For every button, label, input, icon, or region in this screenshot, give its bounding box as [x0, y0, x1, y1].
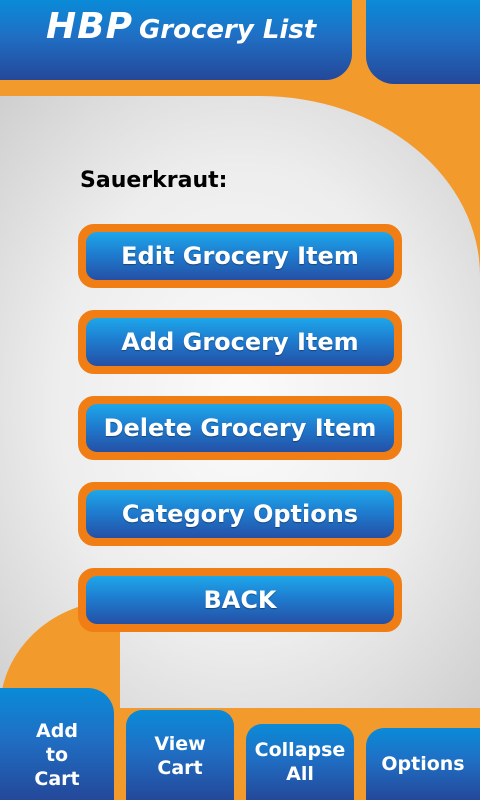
tab-view-cart[interactable]: View Cart — [126, 710, 234, 800]
tab-view-cart-label: View Cart — [154, 730, 205, 780]
add-grocery-item-label: Add Grocery Item — [86, 318, 394, 366]
tab-label-line: Options — [381, 753, 465, 775]
tab-label-line: View — [154, 733, 206, 755]
header-corner-panel — [366, 0, 480, 84]
tab-label-line: Add — [36, 720, 78, 742]
tab-label-line: to — [45, 744, 69, 766]
category-options-label: Category Options — [86, 490, 394, 538]
tab-add-to-cart[interactable]: Add to Cart — [0, 688, 114, 800]
app-title-main: HBP — [46, 6, 133, 47]
tab-label-line: Collapse — [254, 739, 346, 761]
tab-options-label: Options — [381, 752, 464, 776]
tab-label-line: Cart — [34, 768, 80, 790]
app-title-sub: Grocery List — [138, 15, 317, 45]
app-title: HBP Grocery List — [46, 6, 316, 47]
header-bar: HBP Grocery List — [0, 0, 352, 80]
grocery-item-name: Sauerkraut: — [80, 168, 228, 193]
add-grocery-item-button[interactable]: Add Grocery Item — [78, 310, 402, 374]
category-options-button[interactable]: Category Options — [78, 482, 402, 546]
tab-label-line: All — [286, 763, 314, 785]
tab-collapse-all[interactable]: Collapse All — [246, 724, 354, 800]
edit-grocery-item-label: Edit Grocery Item — [86, 232, 394, 280]
back-label: BACK — [86, 576, 394, 624]
tab-add-to-cart-label: Add to Cart — [34, 697, 79, 791]
edit-grocery-item-button[interactable]: Edit Grocery Item — [78, 224, 402, 288]
back-button[interactable]: BACK — [78, 568, 402, 632]
tab-options[interactable]: Options — [366, 728, 480, 800]
tab-collapse-all-label: Collapse All — [255, 738, 346, 786]
delete-grocery-item-label: Delete Grocery Item — [86, 404, 394, 452]
delete-grocery-item-button[interactable]: Delete Grocery Item — [78, 396, 402, 460]
tab-label-line: Cart — [157, 757, 203, 779]
